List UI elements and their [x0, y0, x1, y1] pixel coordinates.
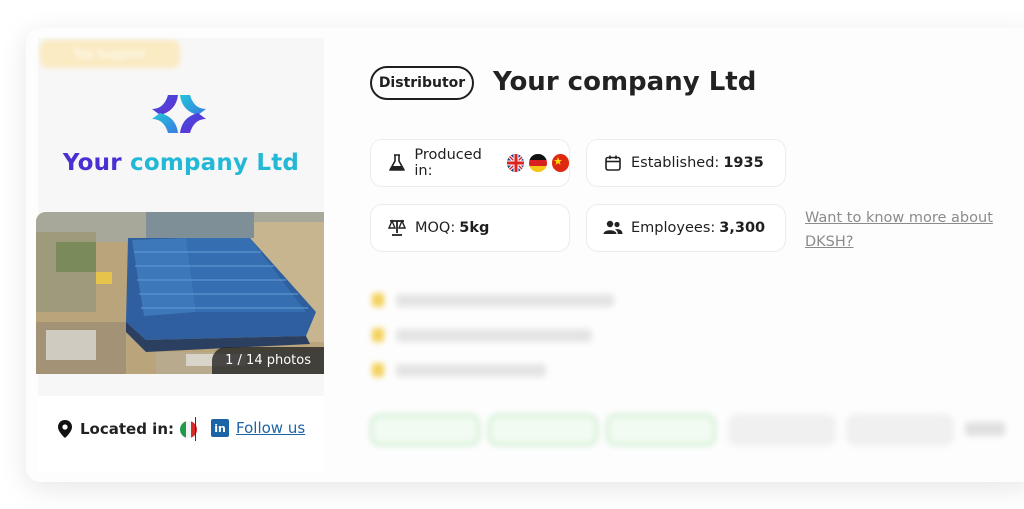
- linkedin-icon: in: [211, 419, 229, 437]
- germany-flag-icon: [529, 154, 547, 172]
- moq-value: 5kg: [459, 220, 490, 236]
- established-label: Established:: [631, 155, 720, 171]
- follow-us-link[interactable]: in Follow us: [211, 419, 305, 437]
- china-flag-icon: [551, 154, 569, 172]
- logo-text-part2: company Ltd: [130, 150, 300, 176]
- company-logo-text: Your company Ltd: [38, 150, 324, 176]
- blurred-filter-button[interactable]: [728, 414, 836, 446]
- located-in-label: Located in:: [80, 420, 174, 438]
- blurred-certification-button[interactable]: [370, 414, 480, 446]
- blurred-feature-item: [372, 324, 592, 346]
- established-pill: Established: 1935: [586, 139, 786, 187]
- location-pin-icon: [58, 420, 72, 438]
- footer-divider: [195, 417, 196, 441]
- people-icon: [603, 218, 623, 238]
- logo-text-part1: Your: [62, 150, 130, 176]
- produced-in-pill: Produced in:: [370, 139, 570, 187]
- top-supplier-badge: Top Supplier: [40, 40, 180, 68]
- blurred-feature-item: [372, 289, 614, 311]
- moq-label: MOQ:: [415, 220, 456, 236]
- factory-photo[interactable]: 1 / 14 photos: [36, 212, 324, 374]
- company-logo-icon: [152, 95, 206, 133]
- established-value: 1935: [723, 155, 764, 171]
- company-title: Your company Ltd: [493, 67, 757, 97]
- blurred-certification-button[interactable]: [488, 414, 598, 446]
- employees-label: Employees:: [631, 220, 716, 236]
- blurred-certification-button[interactable]: [606, 414, 716, 446]
- uk-flag-icon: [506, 154, 525, 172]
- want-to-know-more-link[interactable]: Want to know more about DKSH?: [805, 206, 1005, 254]
- employees-value: 3,300: [719, 220, 766, 236]
- location-info: Located in:: [58, 417, 197, 441]
- produced-in-label: Produced in:: [414, 147, 482, 179]
- follow-us-label[interactable]: Follow us: [236, 419, 305, 437]
- moq-pill: MOQ: 5kg: [370, 204, 570, 252]
- photo-count-badge[interactable]: 1 / 14 photos: [212, 347, 324, 374]
- flask-icon: [387, 153, 406, 173]
- calendar-icon: [603, 153, 623, 173]
- blurred-filter-button[interactable]: [846, 414, 954, 446]
- scale-icon: [387, 218, 407, 238]
- distributor-tag: Distributor: [370, 66, 474, 100]
- blurred-more-indicator: [965, 422, 1005, 436]
- blurred-feature-item: [372, 359, 546, 381]
- employees-pill: Employees: 3,300: [586, 204, 786, 252]
